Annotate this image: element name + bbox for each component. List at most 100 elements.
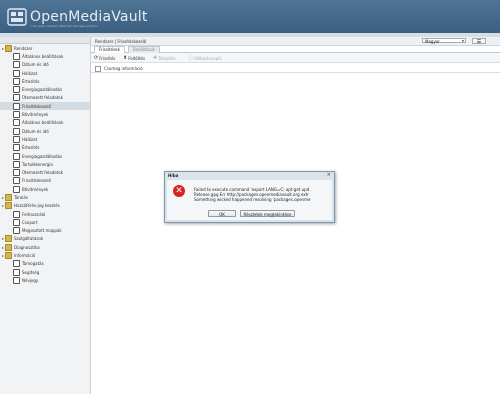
tree-label: Ütemezett feladatok (22, 170, 64, 176)
upload-icon: ⬆ (123, 55, 128, 61)
tree-item[interactable]: Támogatás (0, 260, 90, 268)
page-icon (13, 94, 20, 102)
tab-updates[interactable]: Frissítések (94, 46, 125, 53)
page-icon (13, 227, 20, 235)
tree-item[interactable]: Megosztott mappák (0, 227, 90, 235)
tree-item[interactable]: Hálózat (0, 135, 90, 143)
dialog-title: Hiba (168, 173, 179, 178)
tab-bar: Frissítések Beállítások (91, 46, 500, 53)
page-icon (13, 127, 20, 135)
tree-label: Dátum és idő (22, 62, 49, 68)
tree-item[interactable]: Értesítés (0, 77, 90, 85)
tree-label: Frissítéskezelő (22, 103, 51, 109)
tree-folder[interactable]: ▸ Szolgáltatások (0, 235, 90, 243)
close-icon[interactable]: × (327, 172, 331, 178)
page-icon (13, 218, 20, 226)
ok-button[interactable]: OK (208, 210, 236, 217)
upload-button[interactable]: ⬆ Feltöltés (123, 55, 145, 61)
tree-label: Tárolás (14, 194, 28, 200)
tree-label: Szolgáltatások (14, 236, 44, 242)
tree-item[interactable]: Felhasználó (0, 210, 90, 218)
check-button[interactable]: ⟳ Frissítés (94, 55, 115, 61)
page-icon (13, 69, 20, 77)
page-icon (13, 77, 20, 85)
page-icon (13, 144, 20, 152)
tree-folder[interactable]: ▸ Információ (0, 251, 90, 260)
breadcrumb-bar: Rendszer | Frissítéskezelő Magyar ▼ ☰ (91, 37, 500, 46)
tree-item[interactable]: Általános beállítások (0, 52, 90, 60)
tree-folder[interactable]: ▸ Tárolás (0, 193, 90, 201)
page-icon (13, 210, 20, 218)
error-message: Failed to execute command 'export LANG=C… (194, 187, 310, 202)
main-menu-button[interactable]: ☰ (472, 37, 486, 45)
tree-item[interactable]: Energiagazdálkodás (0, 85, 90, 94)
tree-label: Értesítés (22, 78, 40, 84)
tree-item[interactable]: Bővítmények (0, 185, 90, 193)
tree-label: Hálózat (22, 136, 38, 142)
tree-label: Értesítés (22, 145, 40, 151)
tree-label: Felhasználó (22, 211, 46, 217)
install-button[interactable]: ✚ Telepítés (153, 55, 176, 61)
changelog-button[interactable]: ⓘ Változásnapló (188, 55, 222, 62)
tree-item[interactable]: Csoport (0, 218, 90, 226)
tree-item[interactable]: Dátum és idő (0, 61, 90, 69)
folder-icon (5, 44, 12, 52)
folder-icon (5, 193, 12, 201)
tree-folder[interactable]: ▸ Rendszer (0, 44, 90, 52)
tree-label: Tartalékenergia (22, 161, 53, 167)
breadcrumb: Rendszer | Frissítéskezelő (95, 38, 147, 44)
tree-item[interactable]: Frissítéskezelő (0, 177, 90, 185)
tree-item[interactable]: Tartalékenergia (0, 160, 90, 168)
folder-icon (5, 202, 12, 210)
language-select[interactable]: Magyar ▼ (422, 38, 466, 44)
language-value: Magyar (425, 39, 440, 44)
tree-label: Támogatás (22, 261, 44, 267)
tree-item[interactable]: Dátum és idő (0, 127, 90, 135)
brand-subtitle: The open network attached storage soluti… (31, 24, 98, 28)
page-icon (13, 52, 20, 60)
info-icon: ⓘ (188, 56, 194, 62)
brand-title: OpenMediaVault (30, 9, 148, 25)
page-icon (13, 260, 20, 268)
dialog-body: ✕ Failed to execute command 'export LANG… (167, 180, 332, 220)
tree-label: Általános beállítások (22, 53, 64, 59)
chevron-down-icon: ▼ (461, 39, 464, 43)
tree-item[interactable]: Értesítés (0, 144, 90, 152)
tree-label: Bővítmények (22, 186, 49, 192)
tree-item[interactable]: Ütemezett feladatok (0, 94, 90, 102)
page-icon (13, 177, 20, 185)
show-details-button[interactable]: Részletek megtekintése (240, 210, 295, 217)
page-icon (13, 135, 20, 143)
tree-label: Névjegy (22, 277, 39, 283)
tree-label: Energiagazdálkodás (22, 153, 63, 159)
tree-item[interactable]: Energiagazdálkodás (0, 152, 90, 160)
error-dialog: Hiba × ✕ Failed to execute command 'expo… (164, 171, 335, 223)
tree-item[interactable]: Ütemezett feladatok (0, 168, 90, 177)
page-icon (13, 152, 20, 160)
page-icon (13, 61, 20, 69)
toolbar: ⟳ Frissítés ⬆ Feltöltés ✚ Telepítés ⓘ Vá… (91, 53, 500, 63)
page-icon (13, 169, 20, 177)
folder-icon (5, 252, 12, 260)
folder-icon (5, 235, 12, 243)
select-all-checkbox[interactable] (95, 65, 101, 72)
tree-item[interactable]: Hálózat (0, 69, 90, 77)
navigation-tree-header (0, 37, 90, 44)
tree-label: Diagnosztika (14, 244, 40, 250)
tree-folder[interactable]: ▸ Diagnosztika (0, 243, 90, 251)
tree-item[interactable]: Névjegy (0, 276, 90, 284)
tree-folder[interactable]: ▸ Hozzáférés-jog kezelés (0, 202, 90, 210)
tree-item[interactable]: Bővítmények (0, 110, 90, 119)
column-header-package-info[interactable]: Csomag információ (104, 66, 143, 71)
tree-item[interactable]: Általános beállítások (0, 119, 90, 127)
changelog-button-label: Változásnapló (194, 56, 222, 61)
page-icon (13, 276, 20, 284)
page-icon (13, 102, 20, 110)
page-icon (13, 160, 20, 168)
tree-item[interactable]: Segítség (0, 268, 90, 276)
page-icon (13, 119, 20, 127)
tab-settings[interactable]: Beállítások (128, 46, 160, 53)
tree-label: Dátum és idő (22, 128, 49, 134)
page-icon (13, 111, 20, 119)
tree-item[interactable]: Frissítéskezelő (0, 102, 90, 111)
